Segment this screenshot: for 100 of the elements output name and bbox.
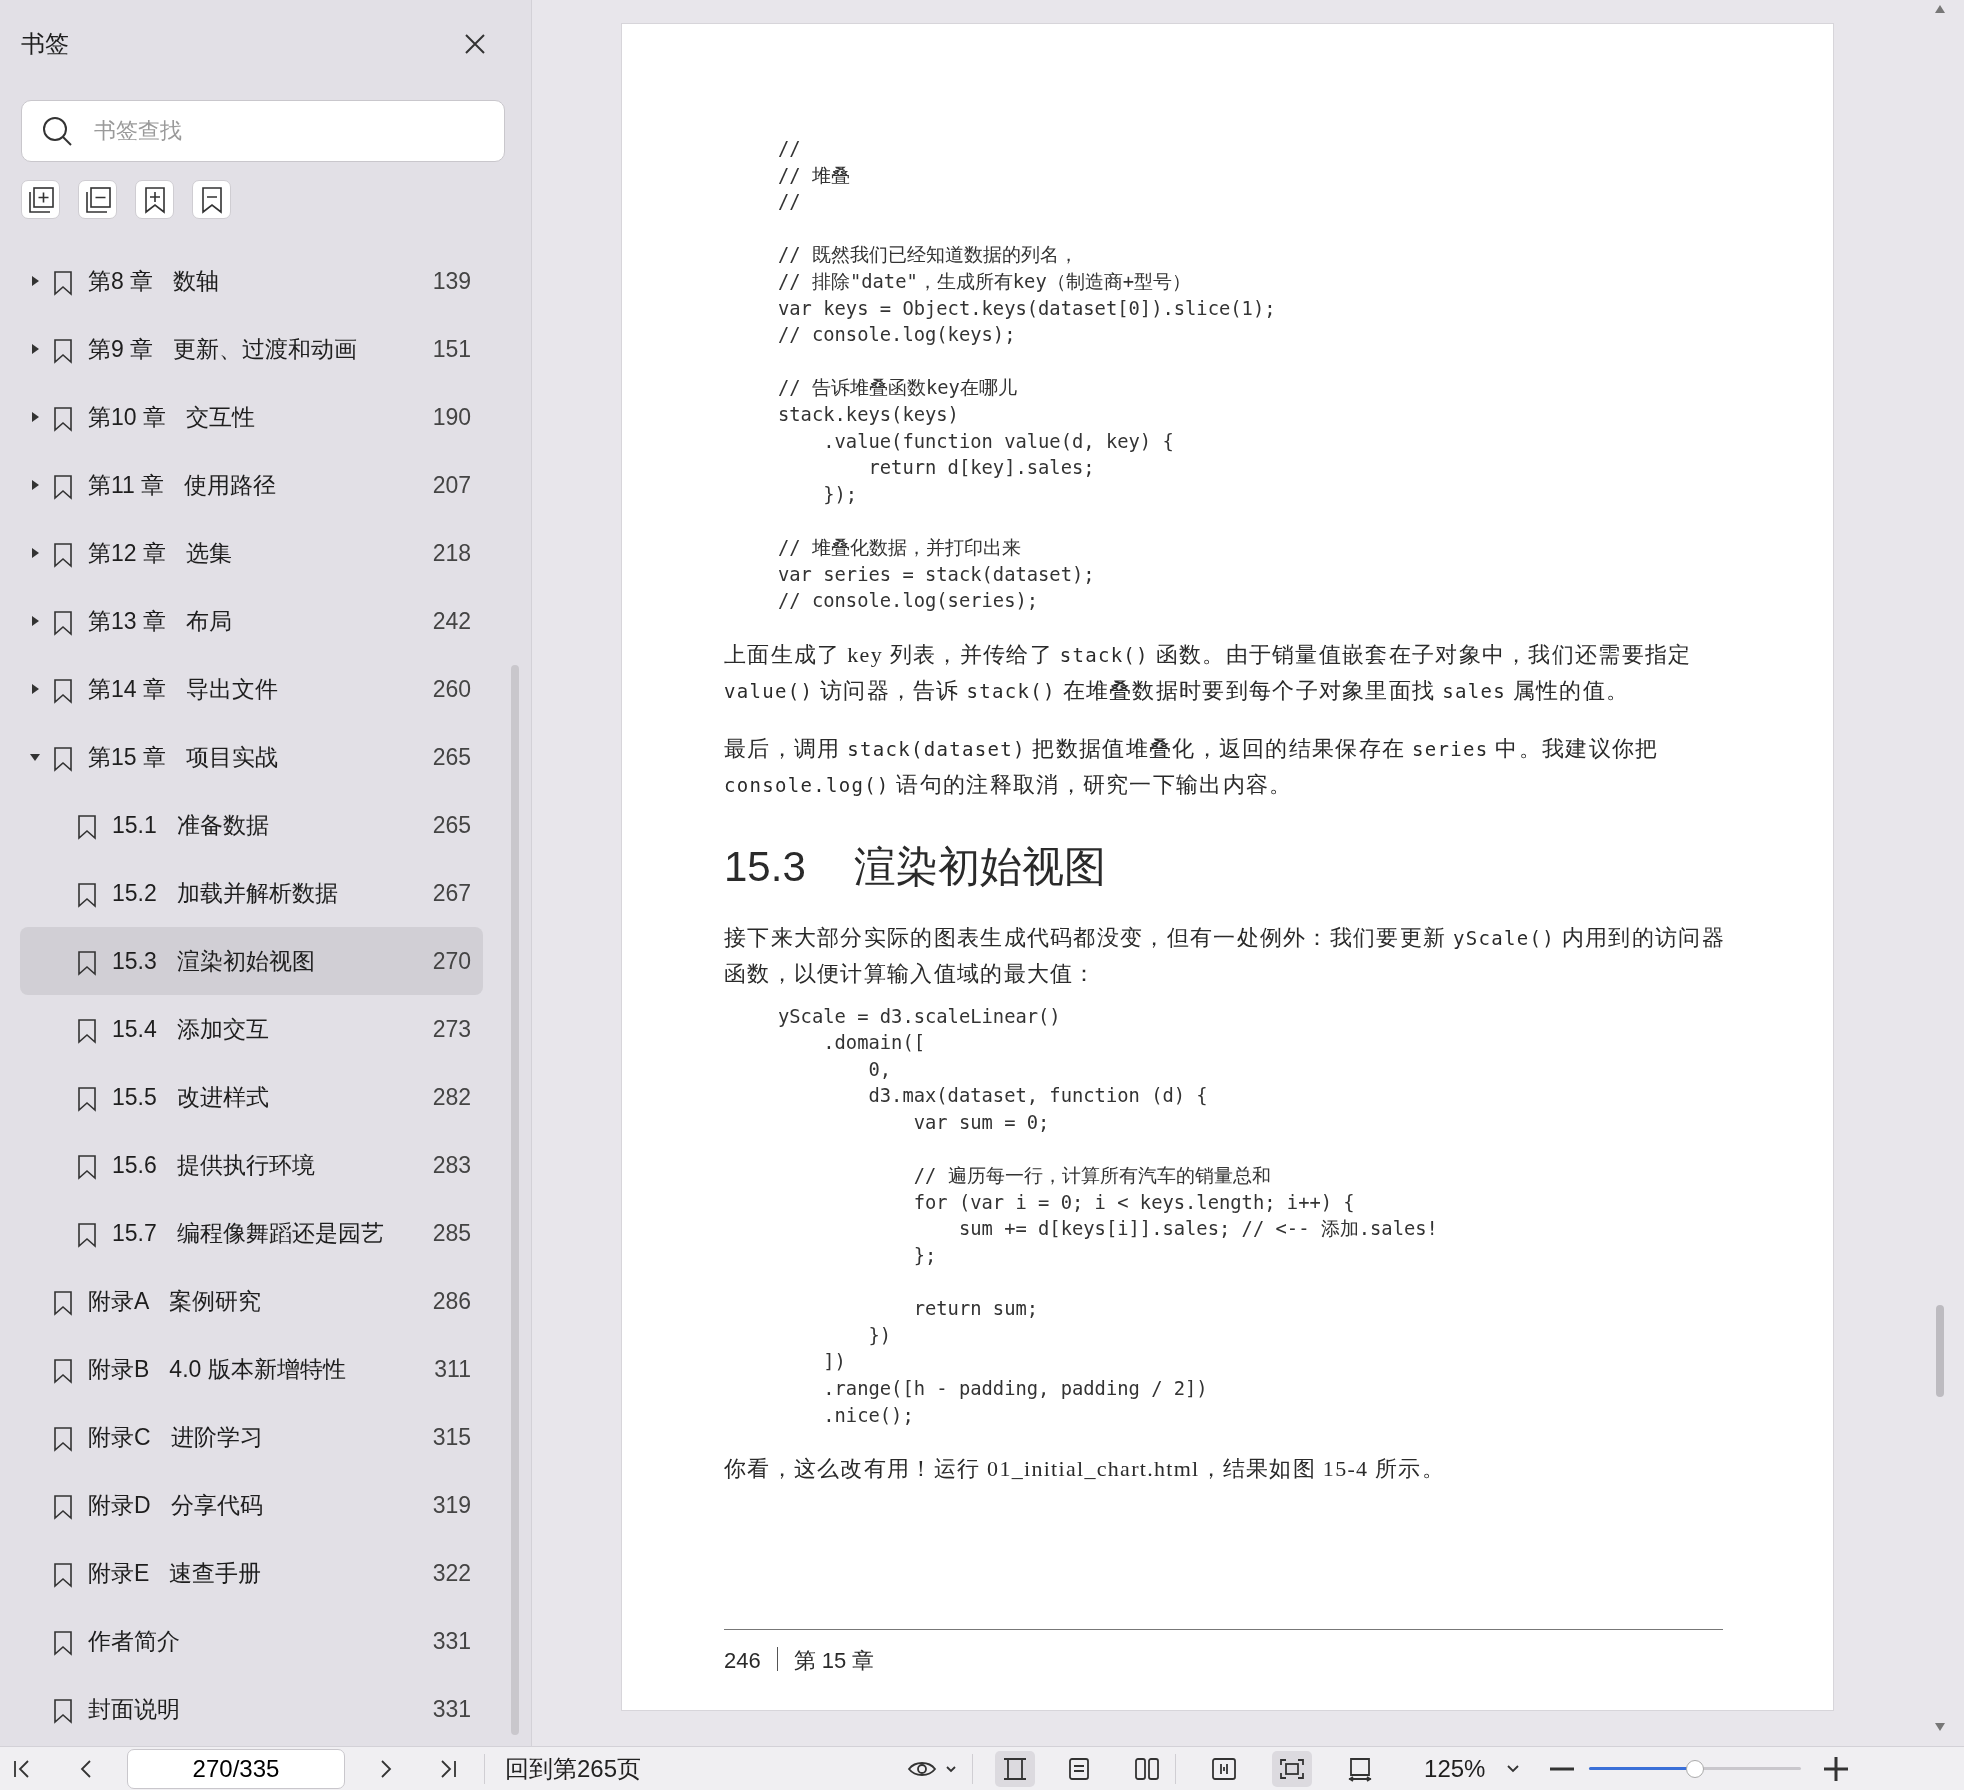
section-number: 15.3 bbox=[724, 841, 806, 892]
bookmark-item[interactable]: 第11 章 使用路径 207 bbox=[20, 451, 483, 519]
code-line: // 遍历每一行，计算所有汽车的销量总和 bbox=[912, 1164, 1272, 1189]
zoom-slider[interactable] bbox=[1589, 1758, 1802, 1779]
code-line: var series = stack(dataset); bbox=[778, 562, 1096, 587]
collapsed-arrow-icon[interactable] bbox=[30, 615, 40, 627]
bookmark-item[interactable]: 15.7 编程像舞蹈还是园艺 285 bbox=[20, 1199, 483, 1267]
code-line: var sum = 0; bbox=[912, 1111, 1051, 1136]
code-line: .domain([ bbox=[822, 1031, 926, 1056]
bookmark-item[interactable]: 第15 章 项目实战 265 bbox=[20, 723, 483, 791]
collapsed-arrow-icon[interactable] bbox=[30, 275, 40, 287]
code-line: .nice(); bbox=[822, 1403, 915, 1428]
bookmark-icon bbox=[52, 745, 74, 772]
bookmark-icon bbox=[52, 541, 74, 568]
bookmark-item[interactable]: 第10 章 交互性 190 bbox=[20, 383, 483, 451]
zoom-level: 125% bbox=[1424, 1753, 1486, 1784]
paragraph: 你看，这么改有用！运行 01_initial_chart.html，结果如图 15-4 所示。 bbox=[724, 1455, 1447, 1484]
remove-bookmark-icon[interactable] bbox=[192, 180, 231, 219]
search-icon bbox=[41, 115, 73, 147]
bookmark-icon bbox=[52, 1289, 74, 1316]
collapse-all-icon[interactable] bbox=[78, 180, 117, 219]
code-line: }) bbox=[867, 1323, 893, 1348]
chapter-label: 第 15 章 bbox=[793, 1647, 875, 1675]
bookmark-item[interactable]: 附录B 4.0 版本新增特性 311 bbox=[20, 1335, 483, 1403]
bookmark-item[interactable]: 附录A 案例研究 286 bbox=[20, 1267, 483, 1335]
code-line: yScale = d3.scaleLinear() bbox=[778, 1004, 1062, 1029]
fit-page-icon[interactable] bbox=[1272, 1750, 1313, 1787]
scrollbar-thumb[interactable] bbox=[511, 665, 519, 1735]
search-field[interactable]: 书签查找 bbox=[21, 100, 505, 162]
collapsed-arrow-icon[interactable] bbox=[30, 547, 40, 559]
scroll-up-icon[interactable] bbox=[1934, 4, 1946, 14]
add-bookmark-icon[interactable] bbox=[135, 180, 174, 219]
paragraph: 接下来大部分实际的图表生成代码都没变，但有一处例外：我们要更新 yScale() 内用到的访问器函数，以便计算输入值域的最大值： bbox=[724, 923, 1726, 988]
paragraph: 上面生成了 key 列表，并传给了 stack() 函数。由于销量值嵌套在子对象中，我们还需要指定 value() 访问器，告诉 stack() 在堆叠数据时要到每个子对象里面找 sales 属性的值。 bbox=[724, 640, 1693, 705]
code-line: // console.log(keys); bbox=[778, 323, 1017, 348]
bookmark-icon bbox=[52, 337, 74, 364]
expand-all-icon[interactable] bbox=[21, 180, 60, 219]
code-line: // 既然我们已经知道数据的列名， bbox=[778, 243, 1079, 268]
bookmark-icon bbox=[52, 1697, 74, 1724]
bookmark-icon bbox=[52, 1629, 74, 1656]
code-line: // bbox=[778, 137, 802, 161]
bookmark-item[interactable]: 附录D 分享代码 319 bbox=[20, 1471, 483, 1539]
collapsed-arrow-icon[interactable] bbox=[30, 411, 40, 423]
bookmark-item[interactable]: 第8 章 数轴 139 bbox=[20, 247, 483, 315]
page-number-field[interactable]: 270/335 bbox=[127, 1748, 345, 1789]
code-line: }); bbox=[822, 482, 859, 507]
code-line: return sum; bbox=[912, 1297, 1040, 1322]
code-line: stack.keys(keys) bbox=[778, 402, 960, 427]
code-line: d3.max(dataset, function (d) { bbox=[867, 1084, 1209, 1109]
scroll-down-icon[interactable] bbox=[1934, 1722, 1946, 1732]
bookmark-item[interactable]: 第13 章 布局 242 bbox=[20, 587, 483, 655]
sidebar-title: 书签 bbox=[21, 29, 69, 59]
bookmark-icon bbox=[76, 1153, 98, 1180]
code-line: }; bbox=[912, 1244, 938, 1269]
paragraph: 最后，调用 stack(dataset) 把数据值堆叠化，返回的结果保存在 series 中。我建议你把 console.log() 语句的注释取消，研究一下输出内容。 bbox=[724, 734, 1660, 799]
code-line: .range([h - padding, padding / 2]) bbox=[822, 1377, 1209, 1401]
code-line: // 排除"date"，生成所有key（制造商+型号） bbox=[778, 269, 1192, 294]
code-line: .value(function value(d, key) { bbox=[822, 429, 1175, 454]
bookmark-icon bbox=[52, 1425, 74, 1452]
code-line: for (var i = 0; i < keys.length; i++) { bbox=[912, 1190, 1356, 1215]
code-line: // 告诉堆叠函数key在哪儿 bbox=[778, 376, 1018, 401]
bookmark-item[interactable]: 15.4 添加交互 273 bbox=[20, 995, 483, 1063]
bookmark-item[interactable]: 第12 章 选集 218 bbox=[20, 519, 483, 587]
bookmark-item[interactable]: 附录E 速查手册 322 bbox=[20, 1539, 483, 1607]
code-line: // console.log(series); bbox=[778, 589, 1040, 614]
code-line: // 堆叠化数据，并打印出来 bbox=[778, 535, 1022, 560]
slider-thumb[interactable] bbox=[1686, 1759, 1705, 1778]
back-to-page-link[interactable]: 回到第265页 bbox=[505, 1750, 642, 1787]
bookmark-icon bbox=[52, 269, 74, 296]
bookmark-item[interactable]: 15.3 渲染初始视图 270 bbox=[20, 927, 483, 995]
section-heading: 渲染初始视图 bbox=[853, 841, 1106, 892]
bookmark-icon bbox=[76, 1085, 98, 1112]
bookmark-icon bbox=[52, 677, 74, 704]
bookmark-icon bbox=[52, 473, 74, 500]
scrollbar-thumb[interactable] bbox=[1936, 1305, 1944, 1397]
expanded-arrow-icon[interactable] bbox=[30, 751, 40, 763]
bookmark-icon bbox=[76, 881, 98, 908]
collapsed-arrow-icon[interactable] bbox=[30, 479, 40, 491]
bookmark-icon bbox=[52, 1561, 74, 1588]
code-line: return d[key].sales; bbox=[867, 456, 1096, 481]
bookmark-item[interactable]: 第9 章 更新、过渡和动画 151 bbox=[20, 315, 483, 383]
code-line: 0, bbox=[867, 1057, 893, 1082]
code-line: var keys = Object.keys(dataset[0]).slice(1); bbox=[778, 296, 1277, 321]
collapsed-arrow-icon[interactable] bbox=[30, 683, 40, 695]
bookmark-icon bbox=[52, 1357, 74, 1384]
bookmark-item[interactable]: 第14 章 导出文件 260 bbox=[20, 655, 483, 723]
page-number: 246 bbox=[724, 1647, 761, 1675]
bookmark-item[interactable]: 附录C 进阶学习 315 bbox=[20, 1403, 483, 1471]
continuous-scroll-icon[interactable] bbox=[995, 1750, 1036, 1787]
bookmark-item[interactable]: 15.1 准备数据 265 bbox=[20, 791, 483, 859]
code-line: // 堆叠 bbox=[778, 163, 851, 188]
bookmark-icon bbox=[52, 1493, 74, 1520]
bookmark-item[interactable]: 封面说明 331 bbox=[20, 1675, 483, 1743]
collapsed-arrow-icon[interactable] bbox=[30, 343, 40, 355]
bookmark-item[interactable]: 15.5 改进样式 282 bbox=[20, 1063, 483, 1131]
bookmark-icon bbox=[76, 813, 98, 840]
bookmark-item[interactable]: 15.2 加载并解析数据 267 bbox=[20, 859, 483, 927]
bookmark-item[interactable]: 作者简介 331 bbox=[20, 1607, 483, 1675]
code-line: // bbox=[778, 190, 802, 215]
bookmark-item[interactable]: 15.6 提供执行环境 283 bbox=[20, 1131, 483, 1199]
